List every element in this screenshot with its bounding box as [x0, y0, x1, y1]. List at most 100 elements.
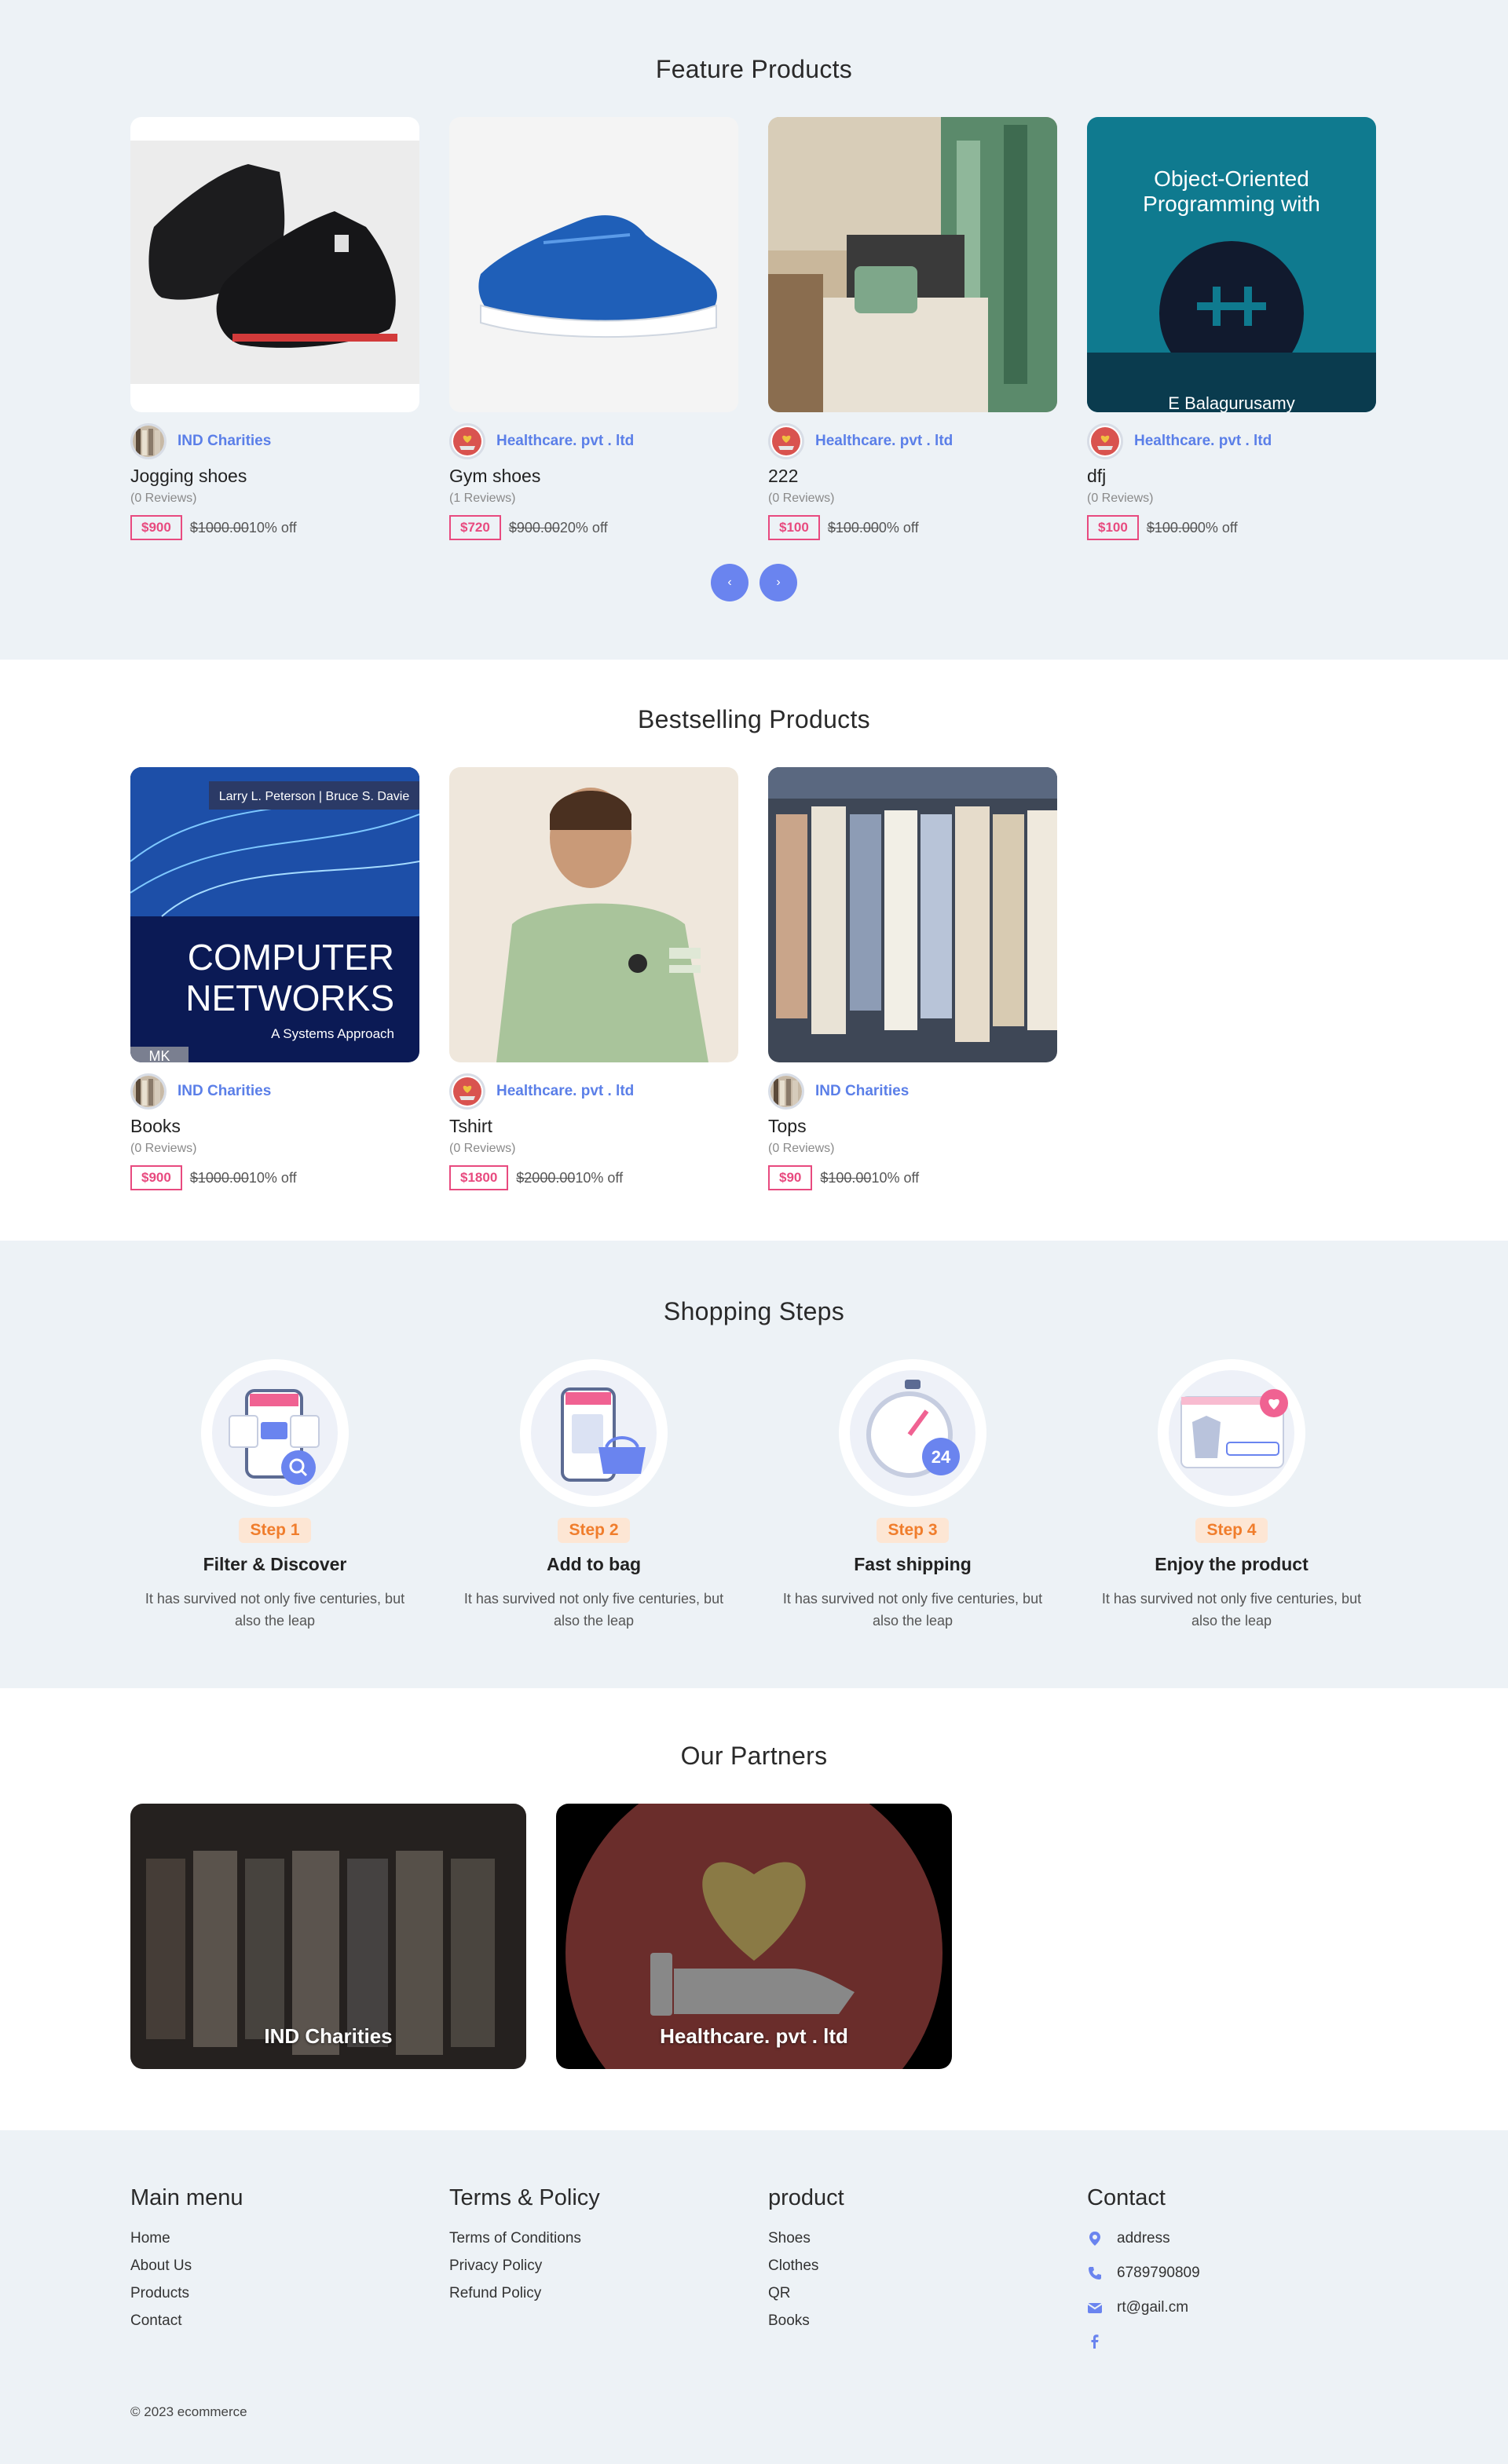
footer-link-shoes[interactable]: Shoes — [768, 2230, 1057, 2247]
footer-link-about[interactable]: About Us — [130, 2257, 419, 2275]
product-card[interactable]: Healthcare. pvt . ltd Gym shoes (1 Revie… — [449, 117, 738, 540]
product-card[interactable]: Healthcare. pvt . ltd Tshirt (0 Reviews)… — [449, 767, 738, 1190]
product-image[interactable] — [768, 767, 1057, 1062]
partners-title: Our Partners — [680, 1742, 828, 1770]
seller-info[interactable]: Healthcare. pvt . ltd — [768, 423, 1057, 459]
partner-name[interactable]: Healthcare. pvt . ltd — [556, 2024, 952, 2049]
step-title: Enjoy the product — [1155, 1554, 1309, 1574]
step-description: It has survived not only five centuries,… — [463, 1591, 724, 1629]
seller-name[interactable]: Healthcare. pvt . ltd — [815, 433, 953, 450]
product-name[interactable]: Gym shoes — [449, 466, 738, 487]
product-reviews: (0 Reviews) — [768, 1142, 835, 1155]
facebook-icon[interactable] — [1087, 2334, 1103, 2349]
seller-info[interactable]: IND Charities — [130, 423, 419, 459]
carousel-nav: ‹ › — [130, 564, 1378, 601]
product-reviews: (0 Reviews) — [130, 1142, 197, 1155]
bestselling-cards: Larry L. Peterson | Bruce S. Davie COMPU… — [130, 767, 1378, 1190]
price-row: $720 $900.00 20% off — [449, 515, 738, 540]
seller-logo — [449, 1073, 485, 1110]
featured-title: Feature Products — [655, 55, 853, 83]
product-name[interactable]: Jogging shoes — [130, 466, 419, 487]
seller-logo — [768, 1073, 804, 1110]
product-name[interactable]: 222 — [768, 466, 1057, 487]
old-price: $100.00 — [827, 519, 879, 536]
product-reviews: (0 Reviews) — [130, 492, 197, 505]
product-card[interactable]: IND Charities Tops (0 Reviews) $90 $100.… — [768, 767, 1057, 1190]
product-name[interactable]: Tshirt — [449, 1116, 738, 1137]
book-cover-title: Object-Oriented — [1154, 166, 1309, 191]
footer-link-qr[interactable]: QR — [768, 2285, 1057, 2302]
seller-name[interactable]: IND Charities — [815, 1083, 909, 1100]
seller-name[interactable]: IND Charities — [178, 433, 271, 450]
seller-info[interactable]: Healthcare. pvt . ltd — [449, 1073, 738, 1110]
price-row: $90 $100.00 10% off — [768, 1165, 1057, 1190]
seller-info[interactable]: IND Charities — [768, 1073, 1057, 1110]
carousel-next-button[interactable]: › — [759, 564, 797, 601]
partner-card[interactable]: Healthcare. pvt . ltd — [556, 1804, 952, 2069]
product-name[interactable]: Tops — [768, 1116, 1057, 1137]
discount-text: 0% off — [1197, 519, 1238, 536]
discount-text: 10% off — [248, 519, 297, 536]
product-image[interactable]: Larry L. Peterson | Bruce S. Davie COMPU… — [130, 767, 419, 1062]
footer-link-terms[interactable]: Terms of Conditions — [449, 2230, 738, 2247]
footer-link-home[interactable]: Home — [130, 2230, 419, 2247]
carousel-prev-button[interactable]: ‹ — [711, 564, 749, 601]
partner-name[interactable]: IND Charities — [130, 2024, 526, 2049]
product-card[interactable]: Object-Oriented Programming with E Balag… — [1087, 117, 1376, 540]
seller-info[interactable]: Healthcare. pvt . ltd — [1087, 423, 1376, 459]
footer-link-contact[interactable]: Contact — [130, 2312, 419, 2330]
product-image[interactable]: Object-Oriented Programming with E Balag… — [1087, 117, 1376, 412]
footer-columns: Main menu Home About Us Products Contact… — [130, 2185, 1378, 2367]
book-cover-author: E Balagurusamy — [1168, 393, 1294, 412]
featured-products-section: Feature Products IND Charities Jogging s… — [0, 0, 1508, 660]
product-name[interactable]: dfj — [1087, 466, 1376, 487]
step-description: It has survived not only five centuries,… — [782, 1591, 1043, 1629]
discount-text: 10% off — [575, 1169, 624, 1186]
step-badge: Step 4 — [1195, 1518, 1268, 1543]
partner-card[interactable]: IND Charities — [130, 1804, 526, 2069]
product-image[interactable] — [130, 117, 419, 412]
old-price: $100.00 — [1146, 519, 1198, 536]
footer-link-privacy[interactable]: Privacy Policy — [449, 2257, 738, 2275]
steps-list: Step 1 Filter & Discover It has survived… — [130, 1359, 1378, 1632]
product-card[interactable]: Larry L. Peterson | Bruce S. Davie COMPU… — [130, 767, 419, 1190]
seller-info[interactable]: Healthcare. pvt . ltd — [449, 423, 738, 459]
contact-email-text[interactable]: rt@gail.cm — [1117, 2299, 1188, 2316]
book-cover-title: COMPUTER — [188, 937, 394, 978]
contact-email[interactable]: rt@gail.cm — [1087, 2299, 1376, 2316]
product-card[interactable]: Healthcare. pvt . ltd 222 (0 Reviews) $1… — [768, 117, 1057, 540]
old-price: $900.00 — [508, 519, 560, 536]
product-card[interactable]: IND Charities Jogging shoes (0 Reviews) … — [130, 117, 419, 540]
price-badge: $900 — [130, 1165, 182, 1190]
product-image[interactable] — [449, 117, 738, 412]
footer-link-books[interactable]: Books — [768, 2312, 1057, 2330]
discount-text: 10% off — [871, 1169, 920, 1186]
footer-link-clothes[interactable]: Clothes — [768, 2257, 1057, 2275]
seller-logo — [768, 423, 804, 459]
footer-link-refund[interactable]: Refund Policy — [449, 2285, 738, 2302]
bestselling-products-section: Bestselling Products Larry L. Peterson |… — [0, 660, 1508, 1241]
price-badge: $1800 — [449, 1165, 509, 1190]
footer: Main menu Home About Us Products Contact… — [0, 2130, 1508, 2464]
seller-name[interactable]: Healthcare. pvt . ltd — [496, 1083, 634, 1100]
book-cover-authors: Larry L. Peterson | Bruce S. Davie — [219, 790, 410, 803]
contact-phone-text[interactable]: 6789790809 — [1117, 2265, 1200, 2282]
contact-phone[interactable]: 6789790809 — [1087, 2265, 1376, 2282]
step-badge: Step 3 — [877, 1518, 949, 1543]
seller-name[interactable]: Healthcare. pvt . ltd — [1134, 433, 1272, 450]
price-row: $100 $100.00 0% off — [768, 515, 1057, 540]
partners-section: Our Partners IND Charities Healthcare. p… — [0, 1688, 1508, 2130]
step-badge: Step 2 — [558, 1518, 630, 1543]
product-name[interactable]: Books — [130, 1116, 419, 1137]
enjoy-product-icon — [1158, 1359, 1305, 1507]
discount-text: 20% off — [559, 519, 608, 536]
seller-info[interactable]: IND Charities — [130, 1073, 419, 1110]
footer-link-products[interactable]: Products — [130, 2285, 419, 2302]
seller-name[interactable]: Healthcare. pvt . ltd — [496, 433, 634, 450]
shopping-steps-section: Shopping Steps Step 1 Filter & Discover … — [0, 1241, 1508, 1688]
featured-cards: IND Charities Jogging shoes (0 Reviews) … — [130, 117, 1378, 540]
book-cover-title: NETWORKS — [185, 978, 394, 1018]
seller-name[interactable]: IND Charities — [178, 1083, 271, 1100]
product-image[interactable] — [768, 117, 1057, 412]
product-image[interactable] — [449, 767, 738, 1062]
